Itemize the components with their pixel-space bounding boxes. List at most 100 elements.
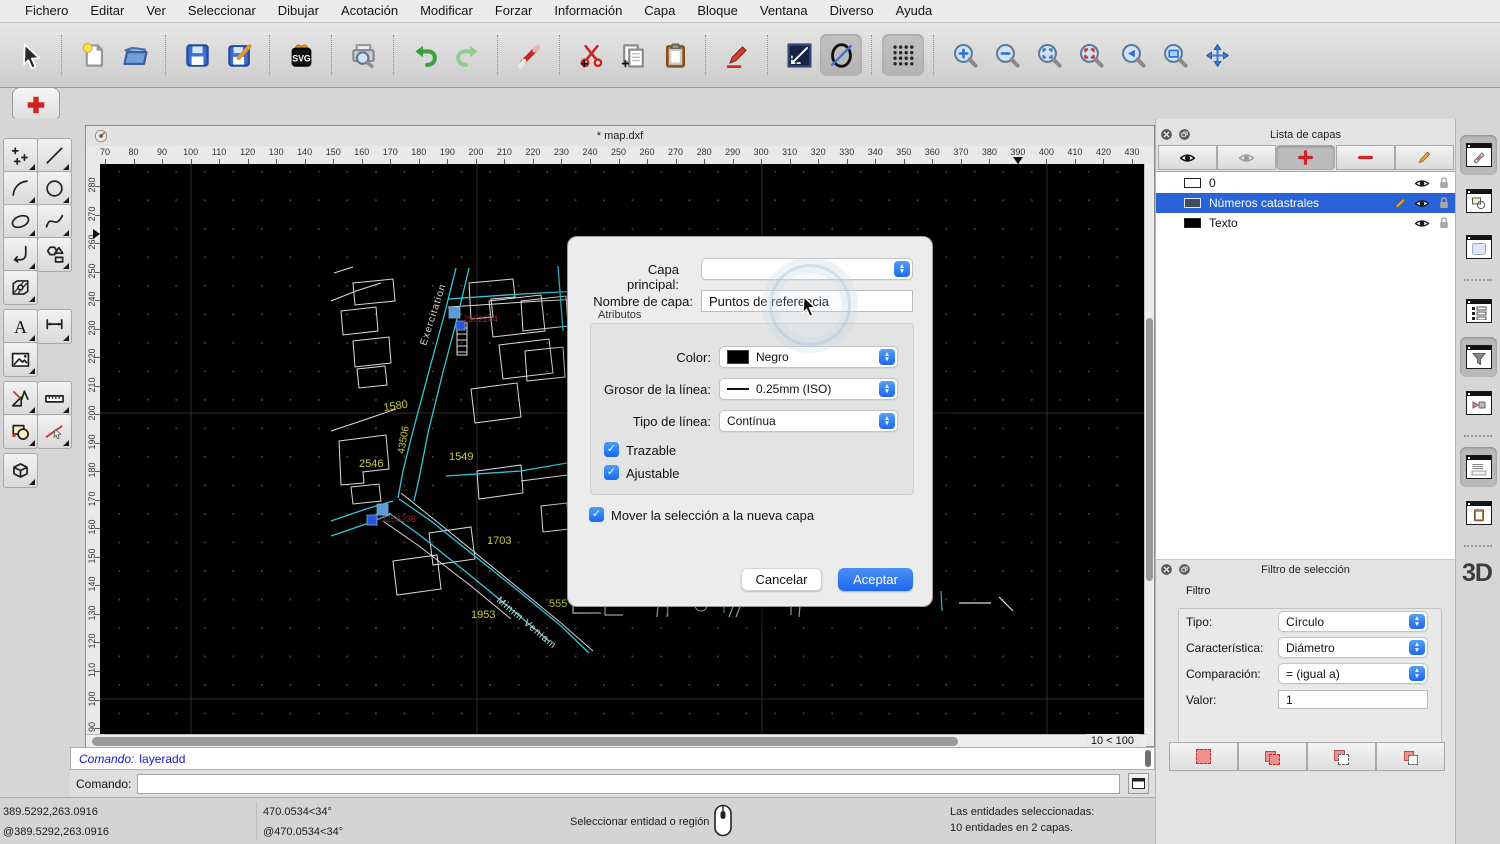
layer-row-1[interactable]: Números catastrales <box>1156 193 1456 213</box>
menu-ayuda[interactable]: Ayuda <box>885 0 944 22</box>
add-entity-button[interactable] <box>12 87 60 122</box>
add-layer-button[interactable] <box>1276 145 1335 170</box>
menu-acotacion[interactable]: Acotación <box>330 0 409 22</box>
plottable-checkbox[interactable]: ✓ <box>604 442 619 457</box>
circle-line-button[interactable] <box>820 34 862 76</box>
layer-visibility-icon[interactable] <box>1414 215 1430 231</box>
command-input[interactable] <box>137 774 1120 794</box>
command-panel-button[interactable] <box>1460 447 1497 487</box>
canvas-horizontal-scrollbar[interactable] <box>86 734 1146 748</box>
open-folder-button[interactable] <box>114 34 156 76</box>
layer-panel-close-button[interactable] <box>1160 128 1173 141</box>
box3d-tool-button[interactable] <box>3 453 38 488</box>
new-document-button[interactable] <box>72 34 114 76</box>
filter-value-input[interactable]: 1 <box>1278 690 1428 709</box>
redo-button[interactable] <box>446 34 488 76</box>
points-tool-button[interactable] <box>3 138 38 173</box>
menu-forzar[interactable]: Forzar <box>484 0 544 22</box>
menu-bloque[interactable]: Bloque <box>686 0 748 22</box>
color-combo[interactable]: Negro ▲▼ <box>719 346 898 368</box>
zoom-selection-button[interactable] <box>1070 34 1112 76</box>
layer-lock-icon[interactable] <box>1436 175 1452 191</box>
layer-row-2[interactable]: Texto <box>1156 213 1456 233</box>
refine-selection-button[interactable] <box>1376 742 1445 771</box>
copy-button[interactable] <box>612 34 654 76</box>
menu-capa[interactable]: Capa <box>633 0 686 22</box>
line-type-combo[interactable]: Contínua ▲▼ <box>719 410 898 432</box>
show-all-eye-button[interactable] <box>1158 145 1217 170</box>
menu-informacion[interactable]: Información <box>543 0 633 22</box>
line-width-combo[interactable]: 0.25mm (ISO) ▲▼ <box>719 378 898 400</box>
polygon-tool-button[interactable] <box>37 237 72 272</box>
layer-lock-icon[interactable] <box>1436 215 1452 231</box>
blank-panel-button[interactable] <box>1460 227 1497 267</box>
layer-list-panel-button[interactable] <box>1460 291 1497 331</box>
shape-ops-tool-button[interactable] <box>3 414 38 449</box>
layer-panel-detach-button[interactable] <box>1178 128 1191 141</box>
menu-diverso[interactable]: Diverso <box>819 0 885 22</box>
ellipse-tool-button[interactable] <box>3 204 38 239</box>
svg-export-button[interactable]: SVG <box>280 34 322 76</box>
scrollbar-thumb[interactable] <box>1146 318 1153 581</box>
print-preview-button[interactable] <box>342 34 384 76</box>
menu-dibujar[interactable]: Dibujar <box>267 0 330 22</box>
scrollbar-thumb[interactable] <box>92 737 958 746</box>
history-scrollbar-thumb[interactable] <box>1145 750 1151 767</box>
filter-panel-detach-button[interactable] <box>1178 563 1191 576</box>
menu-fichero[interactable]: Fichero <box>14 0 79 22</box>
menu-ver[interactable]: Ver <box>135 0 177 22</box>
spline-tool-button[interactable] <box>37 204 72 239</box>
layer-visibility-icon[interactable] <box>1414 175 1430 191</box>
shapes-panel-button[interactable] <box>1460 181 1497 221</box>
paste-button[interactable] <box>654 34 696 76</box>
command-window-button[interactable] <box>1128 773 1149 794</box>
layer-visibility-icon[interactable] <box>1414 195 1430 211</box>
pointer-button[interactable] <box>10 34 52 76</box>
menu-seleccionar[interactable]: Seleccionar <box>177 0 267 22</box>
remove-from-selection-button[interactable] <box>1307 742 1376 771</box>
zoom-fit-button[interactable] <box>1028 34 1070 76</box>
selection-filter-panel-button[interactable] <box>1460 337 1497 377</box>
zoom-window-button[interactable] <box>1154 34 1196 76</box>
accept-button[interactable]: Aceptar <box>838 568 913 591</box>
hatch-tool-button[interactable] <box>3 270 38 305</box>
projector-panel-button[interactable] <box>1460 383 1497 423</box>
canvas-vertical-scrollbar[interactable] <box>1144 164 1154 734</box>
zoom-out-button[interactable] <box>986 34 1028 76</box>
select-matching-button[interactable] <box>1169 742 1238 771</box>
move-selection-checkbox[interactable]: ✓ <box>589 507 604 522</box>
zoom-prev-button[interactable] <box>1112 34 1154 76</box>
cancel-button[interactable]: Cancelar <box>741 568 822 591</box>
filter-combo-2[interactable]: = (igual a)▲▼ <box>1278 663 1428 684</box>
pan-button[interactable] <box>1196 34 1238 76</box>
cut-button[interactable] <box>570 34 612 76</box>
entity-panel-button[interactable] <box>1460 135 1497 175</box>
red-pen-button[interactable] <box>716 34 758 76</box>
save-as-button[interactable] <box>218 34 260 76</box>
save-button[interactable] <box>176 34 218 76</box>
menu-editar[interactable]: Editar <box>79 0 135 22</box>
eraser-button[interactable] <box>508 34 550 76</box>
circle-tool-button[interactable] <box>37 171 72 206</box>
arc-tool-button[interactable] <box>3 171 38 206</box>
add-to-selection-button[interactable] <box>1238 742 1307 771</box>
drafting-tool-button[interactable] <box>3 381 38 416</box>
filter-panel-close-button[interactable] <box>1160 563 1173 576</box>
filter-combo-0[interactable]: Círculo▲▼ <box>1278 611 1428 632</box>
ruler-tool-button[interactable] <box>37 381 72 416</box>
text-tool-button[interactable]: A <box>3 309 38 344</box>
menu-modificar[interactable]: Modificar <box>409 0 484 22</box>
remove-layer-button[interactable] <box>1336 145 1395 170</box>
layer-lock-icon[interactable] <box>1436 195 1452 211</box>
trim-tool-button[interactable] <box>37 414 72 449</box>
hide-all-eye-button[interactable] <box>1217 145 1276 170</box>
snappable-checkbox[interactable]: ✓ <box>604 465 619 480</box>
menu-ventana[interactable]: Ventana <box>749 0 819 22</box>
line-tool-button[interactable] <box>37 138 72 173</box>
dimension-tool-button[interactable] <box>37 309 72 344</box>
undo-button[interactable] <box>404 34 446 76</box>
clipboard-panel-button[interactable] <box>1460 493 1497 533</box>
filter-combo-1[interactable]: Diámetro▲▼ <box>1278 637 1428 658</box>
image-tool-button[interactable] <box>3 342 38 377</box>
layer-row-0[interactable]: 0 <box>1156 173 1456 193</box>
